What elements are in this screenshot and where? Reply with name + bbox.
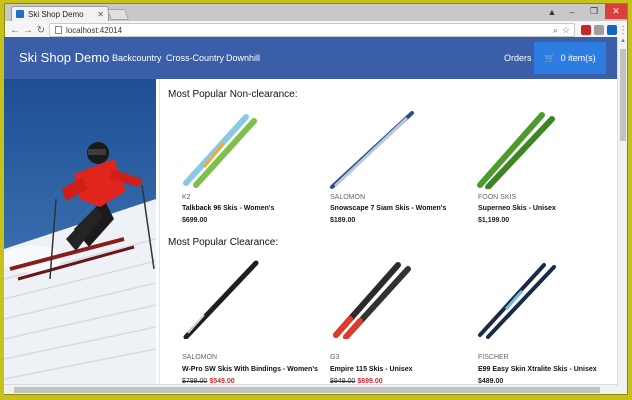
ski-image [477, 112, 555, 189]
product-name[interactable]: Superneo Skis - Unisex [478, 205, 556, 212]
product-name[interactable]: E99 Easy Skin Xtralite Skis - Unisex [478, 366, 597, 373]
orders-link[interactable]: Orders [504, 53, 532, 63]
site-brand[interactable]: Ski Shop Demo [19, 50, 109, 65]
hero-skier-image [4, 79, 156, 386]
scrollbar-thumb[interactable] [620, 49, 626, 141]
product-brand: SALOMON [330, 194, 366, 201]
product-brand: FOON SKIS [478, 194, 517, 201]
product-brand: G3 [330, 354, 340, 361]
product-brand: SALOMON [182, 354, 218, 361]
title-bar: Ski Shop Demo ✕ ▲ – ❐ ✕ [5, 4, 627, 21]
section-title-non-clearance: Most Popular Non-clearance: [168, 89, 298, 100]
product-card[interactable]: G3 [326, 259, 466, 361]
product-card[interactable]: SALOMON [326, 109, 466, 204]
scrollbar-thumb[interactable] [14, 387, 600, 393]
product-price: $1,199.00 [478, 217, 510, 224]
horizontal-scrollbar[interactable] [4, 384, 617, 394]
extension-icon[interactable] [594, 25, 604, 35]
product-content: Most Popular Non-clearance: K2 Talkback … [159, 79, 617, 386]
product-brand: K2 [182, 194, 191, 201]
page-viewport: Ski Shop Demo Backcountry Cross-Country … [4, 37, 617, 386]
product-card[interactable]: K2 [174, 109, 314, 204]
address-bar[interactable]: localhost:42014 ⌕ ☆ [49, 23, 575, 37]
product-card[interactable]: SALOMON [174, 259, 314, 361]
menu-icon[interactable]: ⋮ [617, 24, 629, 36]
product-name[interactable]: Talkback 96 Skis - Women's [182, 205, 274, 212]
ski-image [330, 111, 414, 189]
address-text: localhost:42014 [66, 25, 123, 35]
user-icon[interactable]: ▲ [545, 4, 559, 19]
ski-image [183, 114, 257, 188]
product-card[interactable]: FOON SKIS [470, 109, 610, 204]
browser-tab[interactable]: Ski Shop Demo ✕ [11, 6, 109, 21]
cart-label: 0 item(s) [560, 53, 596, 63]
forward-arrow-icon[interactable]: → [22, 24, 34, 36]
product-name[interactable]: W-Pro SW Skis With Bindings - Women's [182, 366, 318, 373]
product-price: $699.00 [182, 217, 208, 224]
maximize-button[interactable]: ❐ [583, 4, 605, 19]
back-arrow-icon[interactable]: ← [9, 24, 21, 36]
bookmark-star-icon[interactable]: ☆ [562, 25, 570, 36]
close-window-button[interactable]: ✕ [605, 4, 627, 19]
reload-icon[interactable]: ↻ [35, 24, 47, 36]
product-price: $189.00 [330, 217, 356, 224]
site-navbar: Ski Shop Demo Backcountry Cross-Country … [4, 37, 617, 79]
minimize-button[interactable]: – [561, 4, 583, 19]
tab-close-icon[interactable]: ✕ [97, 10, 104, 19]
product-name[interactable]: Empire 115 Skis - Unisex [330, 366, 413, 373]
nav-link-downhill[interactable]: Downhill [226, 53, 260, 63]
ski-image [478, 263, 556, 339]
tab-title: Ski Shop Demo [28, 9, 84, 19]
scroll-up-icon[interactable]: ▲ [619, 38, 627, 46]
product-card[interactable]: FISCHER [470, 259, 610, 361]
ski-image [183, 260, 259, 339]
ski-image [333, 262, 411, 339]
product-brand: FISCHER [478, 354, 509, 361]
nav-link-backcountry[interactable]: Backcountry [112, 53, 162, 63]
shopping-cart-icon: 🛒 [544, 52, 556, 63]
vertical-scrollbar[interactable]: ▲ [617, 37, 627, 386]
search-icon[interactable]: ⌕ [553, 25, 558, 36]
product-name[interactable]: Snowscape 7 Siam Skis - Women's [330, 205, 446, 212]
cart-button[interactable]: 🛒 0 item(s) [534, 42, 606, 74]
new-tab-button[interactable] [106, 9, 130, 20]
extension-icon[interactable] [581, 25, 591, 35]
nav-link-cross-country[interactable]: Cross-Country [166, 53, 224, 63]
extension-icon[interactable] [607, 25, 617, 35]
page-icon [55, 26, 62, 34]
section-title-clearance: Most Popular Clearance: [168, 237, 279, 248]
favicon-icon [16, 10, 24, 18]
